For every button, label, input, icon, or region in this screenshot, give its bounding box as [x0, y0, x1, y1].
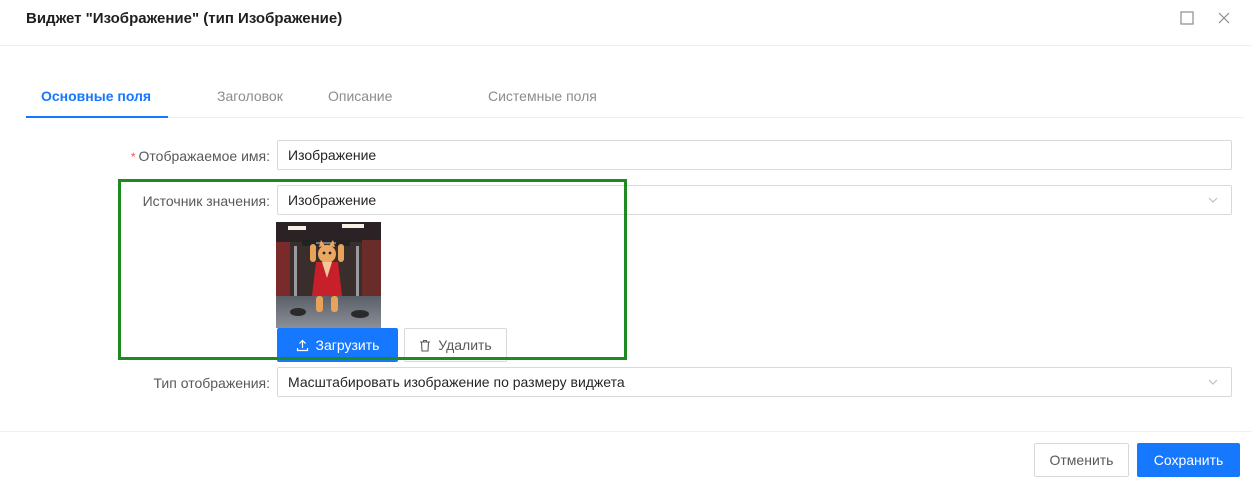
display-type-select[interactable]: Масштабировать изображение по размеру ви… — [277, 367, 1232, 397]
display-type-value: Масштабировать изображение по размеру ви… — [288, 374, 625, 390]
tab-heading[interactable]: Заголовок — [217, 88, 283, 104]
trash-icon — [420, 339, 431, 352]
value-source-label: Источник значения: — [142, 193, 270, 209]
save-button[interactable]: Сохранить — [1137, 443, 1240, 477]
delete-button[interactable]: Удалить — [404, 328, 507, 362]
display-name-input[interactable]: Изображение — [277, 140, 1232, 170]
delete-button-label: Удалить — [438, 337, 492, 353]
upload-button[interactable]: Загрузить — [277, 328, 398, 362]
maximize-button[interactable] — [1177, 8, 1197, 28]
dialog-title: Виджет "Изображение" (тип Изображение) — [26, 10, 343, 27]
square-icon — [1180, 11, 1194, 25]
chevron-down-icon — [1208, 197, 1218, 203]
upload-button-label: Загрузить — [315, 337, 380, 353]
tab-description[interactable]: Описание — [328, 88, 392, 104]
chevron-down-icon — [1208, 379, 1218, 385]
display-name-value: Изображение — [288, 147, 377, 163]
footer-divider — [0, 431, 1252, 432]
uploaded-image-preview — [276, 222, 381, 328]
display-type-label: Тип отображения: — [153, 375, 270, 391]
value-source-select[interactable]: Изображение — [277, 185, 1232, 215]
tab-basic-fields[interactable]: Основные поля — [41, 88, 151, 104]
required-mark: * — [130, 150, 136, 164]
close-button[interactable] — [1214, 8, 1234, 28]
tab-system-fields[interactable]: Системные поля — [488, 88, 597, 104]
cancel-button[interactable]: Отменить — [1034, 443, 1129, 477]
header-divider — [0, 45, 1252, 46]
upload-icon — [296, 339, 308, 351]
display-name-label-text: Отображаемое имя: — [138, 148, 270, 164]
close-icon — [1218, 12, 1230, 24]
value-source-value: Изображение — [288, 192, 377, 208]
tab-bar: Основные поля Заголовок Описание Системн… — [26, 76, 1244, 118]
active-tab-indicator — [26, 116, 168, 118]
display-name-label: * Отображаемое имя: — [100, 148, 270, 164]
